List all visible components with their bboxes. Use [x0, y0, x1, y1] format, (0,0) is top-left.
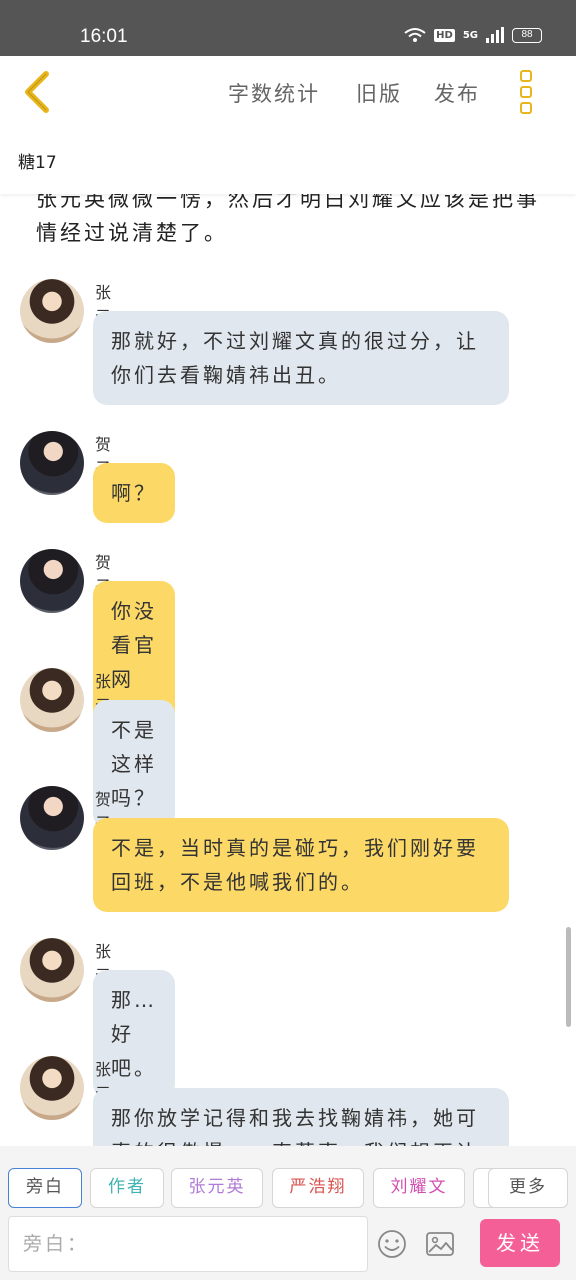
menu-dot — [520, 86, 532, 98]
message-bubble[interactable]: 啊？ — [93, 463, 175, 523]
message-input[interactable] — [8, 1216, 368, 1272]
role-chip[interactable]: 作者 — [90, 1168, 164, 1208]
signal-icon — [486, 27, 504, 43]
role-chip[interactable]: 刘耀文 — [373, 1168, 465, 1208]
role-chip[interactable]: 张元英 — [171, 1168, 263, 1208]
chevron-left-icon — [25, 71, 49, 113]
avatar[interactable] — [20, 279, 84, 343]
network-label: 5G — [462, 29, 478, 41]
chat-area[interactable]: 张元英微微一愣，然后才明白刘耀文应该是把事情经过说清楚了。 张元英 那就好，不过… — [0, 178, 576, 1146]
battery-indicator: 88 — [512, 27, 542, 43]
status-bar: 16:01 HD 5G 88 — [0, 0, 576, 56]
message-bubble[interactable]: 不是，当时真的是碰巧，我们刚好要回班，不是他喊我们的。 — [93, 818, 509, 912]
story-title-bar: 糖17 — [0, 126, 576, 194]
wifi-icon — [404, 28, 426, 42]
word-count-link[interactable]: 字数统计 — [228, 78, 320, 108]
status-icons: HD 5G 88 — [404, 27, 542, 43]
story-title: 糖17 — [18, 153, 57, 173]
more-roles-button[interactable]: 更多 — [488, 1168, 568, 1208]
avatar[interactable] — [20, 549, 84, 613]
menu-dot — [520, 70, 532, 82]
role-chip[interactable]: 旁白 — [8, 1168, 82, 1208]
role-chip[interactable]: 严浩翔 — [272, 1168, 364, 1208]
menu-dot — [520, 102, 532, 114]
composer-panel: 旁白 作者 张元英 严浩翔 刘耀文 更多 发送 — [0, 1146, 576, 1280]
avatar[interactable] — [20, 1056, 84, 1120]
scrollbar[interactable] — [566, 927, 571, 1027]
avatar[interactable] — [20, 668, 84, 732]
avatar[interactable] — [20, 431, 84, 495]
back-button[interactable] — [20, 70, 60, 114]
role-chips: 旁白 作者 张元英 严浩翔 刘耀文 更多 — [8, 1166, 568, 1210]
avatar[interactable] — [20, 938, 84, 1002]
message-bubble[interactable]: 那就好，不过刘耀文真的很过分，让你们去看鞠婧祎出丑。 — [93, 311, 509, 405]
old-version-link[interactable]: 旧版 — [356, 78, 402, 108]
image-icon[interactable] — [424, 1228, 456, 1260]
send-button[interactable]: 发送 — [480, 1219, 560, 1267]
avatar[interactable] — [20, 786, 84, 850]
publish-link[interactable]: 发布 — [434, 78, 480, 108]
more-menu-button[interactable] — [520, 70, 540, 114]
emoji-icon[interactable] — [376, 1228, 408, 1260]
hd-badge: HD — [434, 28, 455, 42]
message-bubble[interactable]: 那你放学记得和我去找鞠婧祎，她可真的很傲慢，一直惹事，我们想再让刘耀文… — [93, 1088, 509, 1146]
top-nav: 字数统计 旧版 发布 — [0, 56, 576, 126]
status-time: 16:01 — [80, 26, 128, 47]
